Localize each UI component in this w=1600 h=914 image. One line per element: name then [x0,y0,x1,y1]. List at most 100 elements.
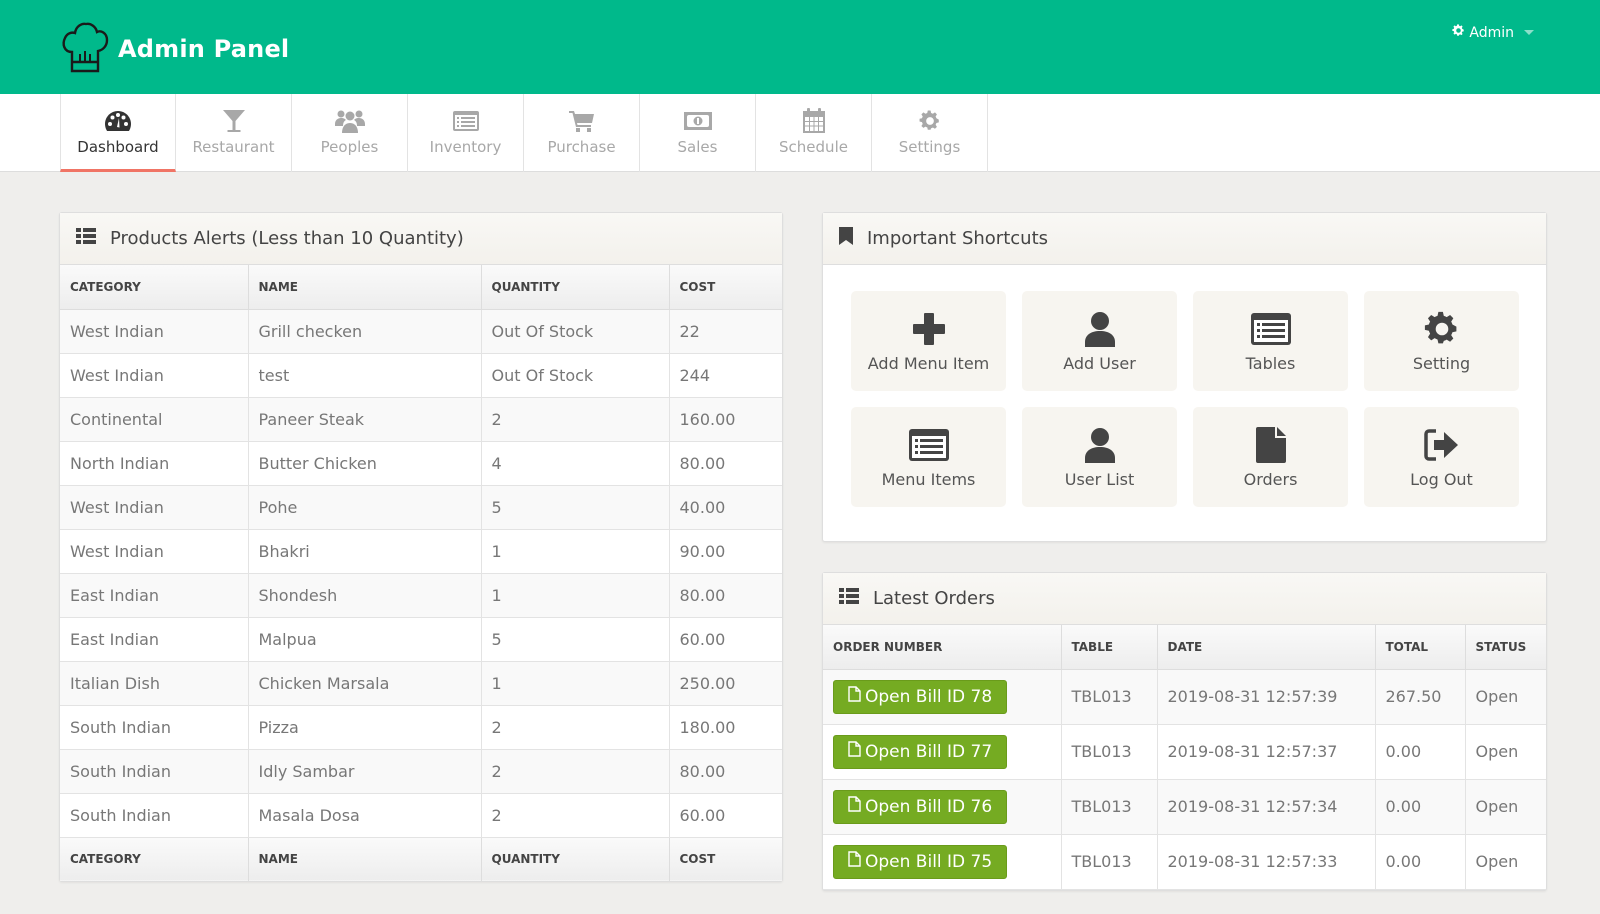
file-icon [848,686,861,707]
open-bill-button[interactable]: Open Bill ID 75 [833,844,1008,879]
cell-quantity: 4 [481,441,670,486]
tab-settings[interactable]: Settings [872,94,988,172]
cell-cost: 22 [669,309,782,354]
list-box-icon [1250,310,1292,348]
col-header[interactable]: NAME [248,265,482,310]
users-icon [334,108,365,134]
cell-table: TBL013 [1061,724,1158,780]
tab-label: Settings [898,138,961,156]
cell-category: East Indian [60,573,249,618]
file-icon [1255,426,1286,464]
calendar-icon [802,108,826,134]
cell-status: Open [1465,834,1546,890]
cell-total: 0.00 [1375,834,1466,890]
alerts-table: CATEGORY NAME QUANTITY COST West Indian G… [60,265,782,881]
cell-name: Shondesh [248,573,482,618]
tab-label: Restaurant [192,138,275,156]
cell-quantity: 2 [481,705,670,750]
button-label: Open Bill ID 78 [865,686,993,707]
brand[interactable]: Admin Panel [60,20,289,78]
col-header[interactable]: TABLE [1061,625,1158,670]
col-header[interactable]: DATE [1157,625,1376,670]
shortcut-user-list[interactable]: User List [1022,407,1177,507]
shortcut-orders[interactable]: Orders [1193,407,1348,507]
panel-header: Products Alerts (Less than 10 Quantity) [60,213,782,265]
shortcut-setting[interactable]: Setting [1364,291,1519,391]
tab-purchase[interactable]: Purchase [524,94,640,172]
cell-total: 0.00 [1375,724,1466,780]
tab-label: Peoples [320,138,379,156]
app-title: Admin Panel [118,35,290,63]
col-header[interactable]: STATUS [1465,625,1546,670]
shortcut-add-user[interactable]: Add User [1022,291,1177,391]
button-label: Open Bill ID 77 [865,741,993,762]
open-bill-button[interactable]: Open Bill ID 77 [833,734,1008,769]
cart-icon [568,108,595,134]
col-header[interactable]: ORDER NUMBER [823,625,1062,670]
col-header[interactable]: COST [669,265,782,310]
cell-cost: 244 [669,353,782,398]
shortcut-log-out[interactable]: Log Out [1364,407,1519,507]
latest-orders-panel: Latest Orders ORDER NUMBER TABLE DATE TO… [822,572,1547,891]
cocktail-glass-icon [222,108,246,134]
tab-sales[interactable]: Sales [640,94,756,172]
table-row: West Indian Bhakri 1 90.00 [60,529,782,574]
cell-total: 267.50 [1375,669,1466,725]
shortcut-tables[interactable]: Tables [1193,291,1348,391]
tab-inventory[interactable]: Inventory [408,94,524,172]
col-header[interactable]: QUANTITY [481,265,670,310]
top-header: Admin Panel Admin [0,0,1600,94]
cell-quantity: 1 [481,529,670,574]
cell-quantity: Out Of Stock [481,353,670,398]
tab-peoples[interactable]: Peoples [292,94,408,172]
cell-name: Idly Sambar [248,749,482,794]
cell-category: Italian Dish [60,661,249,706]
cell-date: 2019-08-31 12:57:34 [1157,779,1376,835]
chef-hat-icon [60,20,110,78]
shortcut-label: Tables [1245,353,1296,373]
cell-name: Malpua [248,617,482,662]
products-alerts-panel: Products Alerts (Less than 10 Quantity) … [59,212,783,882]
table-row: Open Bill ID 76 TBL013 2019-08-31 12:57:34… [823,779,1546,835]
gear-icon [1424,310,1460,348]
gear-icon [1452,24,1465,41]
cell-order-number: Open Bill ID 78 [823,669,1062,725]
cell-category: South Indian [60,705,249,750]
table-row: North Indian Butter Chicken 4 80.00 [60,441,782,486]
panel-title: Products Alerts (Less than 10 Quantity) [110,228,464,249]
tab-dashboard[interactable]: Dashboard [60,94,176,172]
table-row: Open Bill ID 77 TBL013 2019-08-31 12:57:37… [823,724,1546,780]
cell-cost: 60.00 [669,793,782,838]
cell-name: Pizza [248,705,482,750]
cell-category: West Indian [60,353,249,398]
shortcut-label: Setting [1412,353,1471,373]
cell-order-number: Open Bill ID 75 [823,834,1062,890]
cell-table: TBL013 [1061,834,1158,890]
file-icon [848,741,861,762]
shortcuts-panel: Important Shortcuts Add Menu Item Add Use… [822,212,1547,542]
admin-menu[interactable]: Admin [1452,24,1534,41]
cell-quantity: 2 [481,397,670,442]
panel-title: Important Shortcuts [867,228,1049,249]
user-icon [1084,310,1116,348]
plus-icon [912,310,946,348]
cell-category: West Indian [60,485,249,530]
cell-quantity: 5 [481,617,670,662]
shortcut-menu-items[interactable]: Menu Items [851,407,1006,507]
shortcut-label: Add Menu Item [867,353,990,373]
shortcut-label: Add User [1063,353,1136,373]
col-header[interactable]: TOTAL [1375,625,1466,670]
tab-restaurant[interactable]: Restaurant [176,94,292,172]
cell-table: TBL013 [1061,669,1158,725]
cell-date: 2019-08-31 12:57:37 [1157,724,1376,780]
bookmark-icon [839,227,853,250]
open-bill-button[interactable]: Open Bill ID 76 [833,789,1008,824]
open-bill-button[interactable]: Open Bill ID 78 [833,679,1008,714]
panel-header: Important Shortcuts [823,213,1546,265]
cell-order-number: Open Bill ID 76 [823,779,1062,835]
col-header[interactable]: CATEGORY [60,265,249,310]
panel-header: Latest Orders [823,573,1546,625]
cell-category: East Indian [60,617,249,662]
tab-schedule[interactable]: Schedule [756,94,872,172]
shortcut-add-menu-item[interactable]: Add Menu Item [851,291,1006,391]
